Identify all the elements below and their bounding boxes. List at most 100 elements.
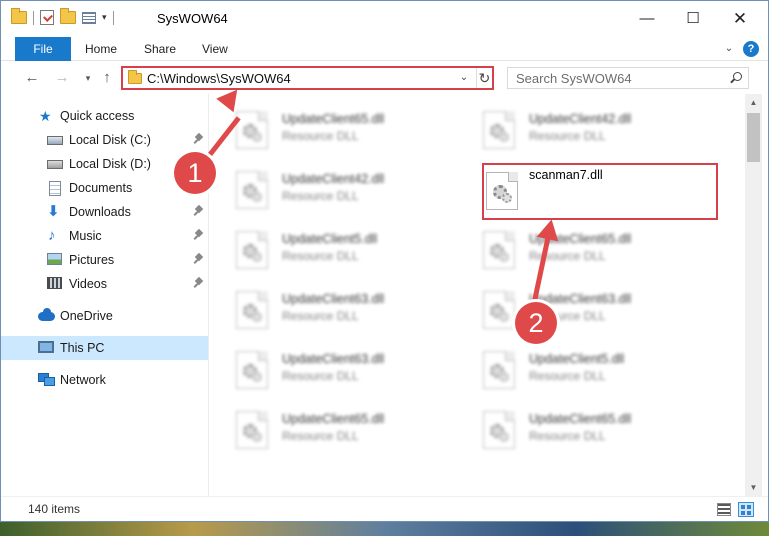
dll-file-icon (236, 291, 268, 329)
new-folder-icon[interactable] (60, 8, 76, 24)
file-item[interactable]: UpdateClient63.dll Resource DLL (210, 280, 450, 336)
navigation-bar: ← → ▾ ↑ C:\Windows\SysWOW64 ⌄ ↻ (1, 62, 768, 94)
pc-icon (38, 341, 54, 355)
up-arrow-icon[interactable]: ↑ (98, 69, 116, 87)
dll-file-icon (236, 351, 268, 389)
file-item[interactable]: UpdateClient63.dll Resource DLL (210, 340, 450, 396)
star-icon: ★ (39, 108, 52, 124)
file-name: UpdateClient63.dll (282, 352, 385, 366)
drive-icon (47, 133, 63, 147)
pin-icon (194, 206, 204, 217)
file-item-scanman7[interactable]: scanman7.dll (483, 164, 723, 220)
file-item[interactable]: UpdateClient42.dll Resource DLL (210, 160, 450, 216)
file-type: Resource DLL (282, 129, 359, 143)
dll-file-icon (236, 411, 268, 449)
file-name: UpdateClient65.dll (282, 412, 385, 426)
file-item[interactable]: UpdateClient42.dll Resource DLL (457, 100, 697, 156)
help-icon[interactable]: ? (743, 41, 759, 57)
vertical-scrollbar[interactable]: ▲ ▼ (745, 94, 762, 496)
music-icon: ♪ (48, 227, 56, 244)
sidebar-item-label: Music (69, 229, 102, 243)
file-name: UpdateClient42.dll (282, 172, 385, 186)
file-item[interactable]: UpdateClient65.dll Resource DLL (210, 100, 450, 156)
file-name: UpdateClient5.dll (529, 352, 625, 366)
file-item[interactable]: UpdateClient5.dll Resource DLL (457, 340, 697, 396)
pin-icon (194, 278, 204, 289)
file-item[interactable]: UpdateClient5.dll Resource DLL (210, 220, 450, 276)
sidebar-item-quick-access[interactable]: ★ Quick access (1, 104, 208, 128)
file-item[interactable]: UpdateClient65.dll Resource DLL (457, 400, 697, 456)
sidebar-item-music[interactable]: ♪ Music (1, 224, 208, 248)
recent-locations-chevron-icon[interactable]: ▾ (79, 69, 97, 87)
scroll-down-arrow-icon[interactable]: ▼ (745, 479, 762, 496)
pictures-icon (47, 253, 63, 267)
file-type: Resource DLL (282, 369, 359, 383)
properties-icon[interactable] (82, 11, 96, 24)
sidebar-item-pictures[interactable]: Pictures (1, 248, 208, 272)
sidebar-item-downloads[interactable]: ⬇ Downloads (1, 200, 208, 224)
title-bar: ▾ SysWOW64 — ☐ ✕ (1, 1, 768, 37)
tab-home[interactable]: Home (85, 37, 117, 61)
file-type: Resource DLL (529, 129, 606, 143)
forward-arrow-icon[interactable]: → (53, 69, 71, 87)
file-type: Resource DLL (282, 309, 359, 323)
maximize-button[interactable]: ☐ (670, 1, 716, 37)
sidebar-item-label: Pictures (69, 253, 115, 267)
file-name: UpdateClient65.dll (282, 112, 385, 126)
file-item[interactable]: UpdateClient65.dll Resource DLL (210, 400, 450, 456)
tab-view[interactable]: View (202, 37, 228, 61)
sidebar-item-label: Documents (69, 181, 133, 195)
documents-icon (49, 181, 65, 196)
dll-file-icon (486, 172, 518, 210)
scroll-thumb[interactable] (747, 113, 760, 162)
window-title: SysWOW64 (157, 11, 228, 26)
sidebar-item-label: OneDrive (60, 309, 113, 323)
file-type: Resource DLL (529, 429, 606, 443)
file-explorer-window: ▾ SysWOW64 — ☐ ✕ File Home Share View ⌄ … (0, 0, 769, 522)
tab-file[interactable]: File (15, 37, 71, 61)
search-input[interactable] (516, 71, 726, 86)
address-dropdown-chevron-icon[interactable]: ⌄ (456, 69, 472, 87)
dll-file-icon (483, 231, 515, 269)
sidebar-item-local-disk-c[interactable]: Local Disk (C:) (1, 128, 208, 152)
address-bar[interactable]: C:\Windows\SysWOW64 ⌄ ↻ (121, 66, 494, 90)
file-type: Resource DLL (282, 429, 359, 443)
minimize-button[interactable]: — (624, 1, 670, 37)
dll-file-icon (483, 411, 515, 449)
navigation-pane: ★ Quick access Local Disk (C:) Local Dis… (1, 94, 209, 496)
tab-share[interactable]: Share (144, 37, 176, 61)
search-box[interactable] (507, 67, 749, 89)
status-bar: 140 items (1, 496, 768, 521)
pin-icon (194, 134, 204, 145)
sidebar-item-videos[interactable]: Videos (1, 272, 208, 296)
search-icon[interactable] (729, 72, 742, 85)
sidebar-item-label: Quick access (60, 109, 135, 123)
file-name: UpdateClient5.dll (282, 232, 378, 246)
large-icons-view-icon[interactable] (738, 502, 754, 517)
step-badge-2: 2 (515, 302, 557, 344)
folder-icon (11, 8, 27, 24)
chevron-down-icon[interactable]: ▾ (102, 12, 107, 23)
sidebar-item-label: Network (60, 373, 106, 387)
sidebar-item-label: Downloads (69, 205, 131, 219)
details-view-icon[interactable] (717, 503, 731, 516)
quick-access-toolbar: ▾ (11, 8, 114, 25)
step-badge-1: 1 (174, 152, 216, 194)
ribbon-tabs: File Home Share View ⌄ ? (1, 37, 768, 61)
close-button[interactable]: ✕ (717, 1, 763, 37)
properties-check-icon[interactable] (40, 10, 54, 25)
expand-ribbon-chevron-icon[interactable]: ⌄ (721, 41, 737, 57)
file-item[interactable]: UpdateClient63.dll Resource DLL (457, 280, 697, 336)
sidebar-item-this-pc[interactable]: This PC (1, 336, 208, 360)
scroll-up-arrow-icon[interactable]: ▲ (745, 94, 762, 111)
file-item[interactable]: UpdateClient65.dll Resource DLL (457, 220, 697, 276)
file-name: scanman7.dll (529, 168, 603, 182)
dll-file-icon (236, 111, 268, 149)
sidebar-item-onedrive[interactable]: OneDrive (1, 304, 208, 328)
item-count: 140 items (28, 502, 81, 516)
sidebar-item-network[interactable]: Network (1, 368, 208, 392)
toolbar-separator (112, 10, 114, 25)
back-arrow-icon[interactable]: ← (23, 69, 41, 87)
refresh-icon[interactable]: ↻ (476, 68, 492, 88)
address-path[interactable]: C:\Windows\SysWOW64 (147, 71, 291, 86)
